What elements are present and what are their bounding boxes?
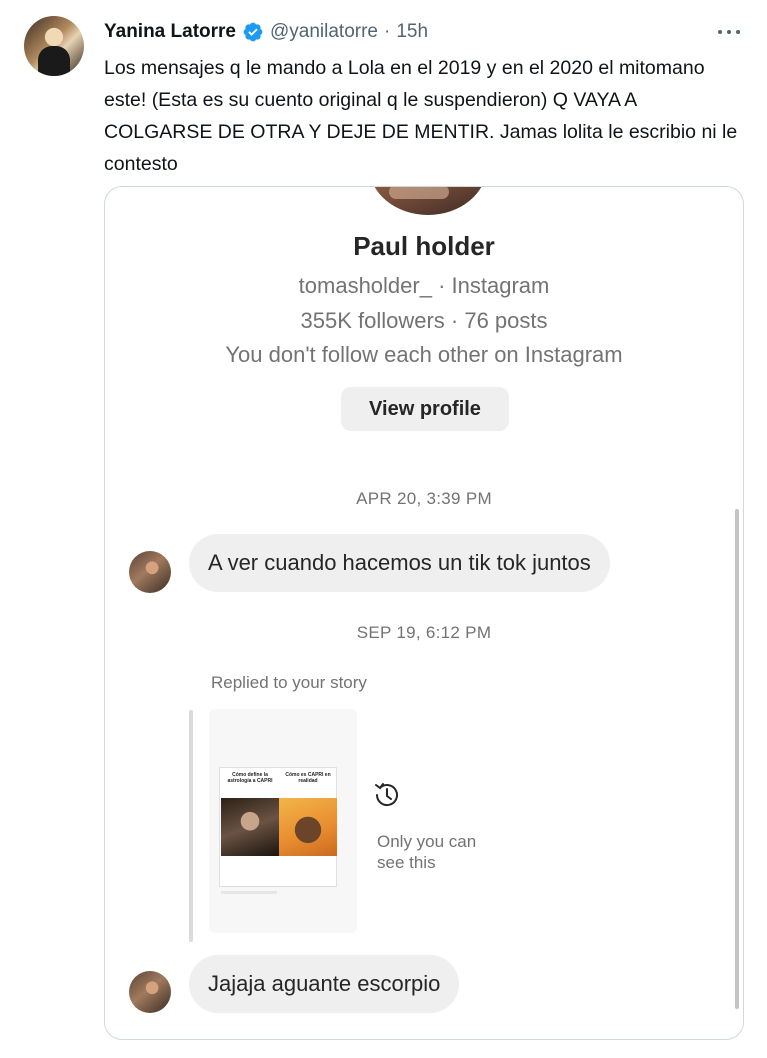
story-caption-right: Cómo es CAPRI en realidad xyxy=(285,772,331,784)
sender-avatar xyxy=(129,971,171,1013)
tweet-media-screenshot[interactable]: Paul holder tomasholder_ · Instagram 355… xyxy=(104,186,744,1040)
profile-follow-line: You don't follow each other on Instagram xyxy=(225,342,623,367)
story-frame: Cómo define la astrología a CAPRI Cómo e… xyxy=(219,767,337,887)
sender-avatar xyxy=(129,551,171,593)
profile-stats-line: 355K followers · 76 posts xyxy=(300,308,548,333)
profile-username-line: tomasholder_ · Instagram xyxy=(298,273,550,298)
separator-dot: · xyxy=(384,21,391,42)
author-avatar[interactable] xyxy=(24,16,84,76)
story-image-left xyxy=(221,798,279,856)
history-icon xyxy=(371,779,403,811)
profile-name: Paul holder xyxy=(353,231,495,261)
author-handle[interactable]: @yanilatorre xyxy=(270,21,378,43)
only-you-can-see-text: Only you can see this xyxy=(377,832,477,872)
date-separator: SEP 19, 6:12 PM xyxy=(356,623,492,642)
tweet-time[interactable]: 15h xyxy=(396,21,428,43)
message-bubble: Jajaja aguante escorpio xyxy=(189,955,460,1013)
author-name[interactable]: Yanina Latorre xyxy=(104,21,236,43)
date-separator: APR 20, 3:39 PM xyxy=(356,489,492,508)
profile-picture xyxy=(369,187,487,215)
verified-badge-icon xyxy=(242,21,264,43)
view-profile-button[interactable]: View profile xyxy=(341,387,509,431)
more-horizontal-icon[interactable] xyxy=(715,20,743,44)
message-bubble: A ver cuando hacemos un tik tok juntos xyxy=(189,534,610,592)
replied-to-story-label: Replied to your story xyxy=(211,673,367,692)
story-caption-placeholder xyxy=(221,891,277,894)
tweet-header: Yanina Latorre @yanilatorre · 15h xyxy=(104,18,428,46)
story-caption-left: Cómo define la astrología a CAPRI xyxy=(227,772,273,784)
reply-quote-bar xyxy=(189,710,193,942)
scrollbar[interactable] xyxy=(735,509,739,1009)
tweet-text: Los mensajes q le mando a Lola en el 201… xyxy=(104,57,743,175)
story-thumbnail: Cómo define la astrología a CAPRI Cómo e… xyxy=(209,709,357,933)
story-image-right xyxy=(279,798,337,856)
